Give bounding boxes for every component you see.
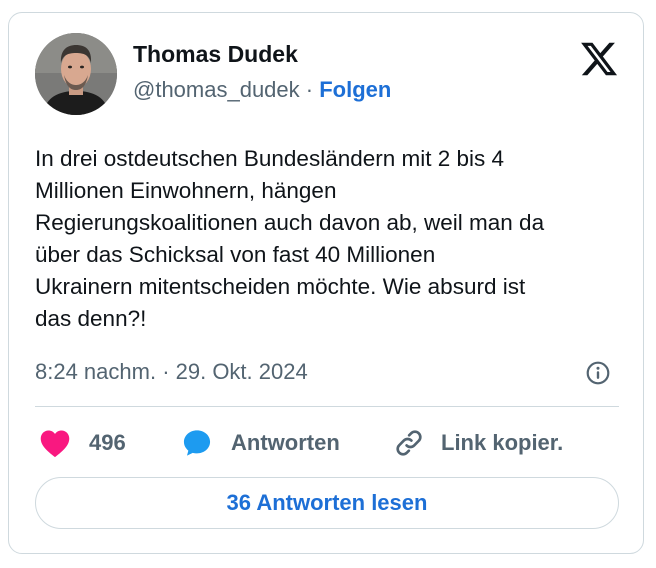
copy-link-button[interactable]: Link kopier. [393, 425, 563, 461]
tweet-text-line: Millionen Einwohnern, hängen [35, 178, 337, 203]
follow-button[interactable]: Folgen [319, 77, 391, 102]
copy-link-label: Link kopier. [441, 430, 564, 455]
avatar[interactable] [35, 33, 117, 115]
reply-button[interactable]: Antworten [181, 425, 340, 461]
link-icon [393, 427, 425, 459]
x-logo-icon[interactable] [579, 39, 619, 79]
info-icon[interactable] [585, 360, 611, 386]
tweet-text: In drei ostdeutschen Bundesländern mit 2… [35, 143, 630, 335]
tweet-text-line: Regierungskoalitionen auch davon ab, wei… [35, 210, 545, 235]
tweet-text-line: Ukrainern mitentscheiden möchte. Wie abs… [35, 274, 526, 299]
heart-icon [39, 428, 71, 458]
tweet-embed-card: Thomas Dudek @thomas_dudek · Folgen In d… [8, 12, 644, 554]
speech-bubble-icon [181, 427, 213, 459]
author-handle-row: @thomas_dudek · Folgen [133, 77, 391, 103]
reply-label: Antworten [231, 430, 340, 455]
avatar-photo [35, 33, 117, 115]
tweet-text-line: über das Schicksal von fast 40 Millionen [35, 242, 436, 267]
like-count: 496 [89, 430, 126, 455]
author-handle[interactable]: @thomas_dudek [133, 77, 300, 102]
read-replies-button[interactable]: 36 Antworten lesen [35, 477, 619, 529]
handle-separator: · [305, 77, 314, 102]
author-display-name[interactable]: Thomas Dudek [133, 41, 298, 68]
tweet-timestamp[interactable]: 8:24 nachm. · 29. Okt. 2024 [35, 359, 308, 385]
tweet-text-line: In drei ostdeutschen Bundesländern mit 2… [35, 146, 505, 171]
tweet-text-line: das denn?! [35, 306, 147, 331]
like-button[interactable]: 496 [39, 425, 126, 461]
divider [35, 406, 619, 407]
